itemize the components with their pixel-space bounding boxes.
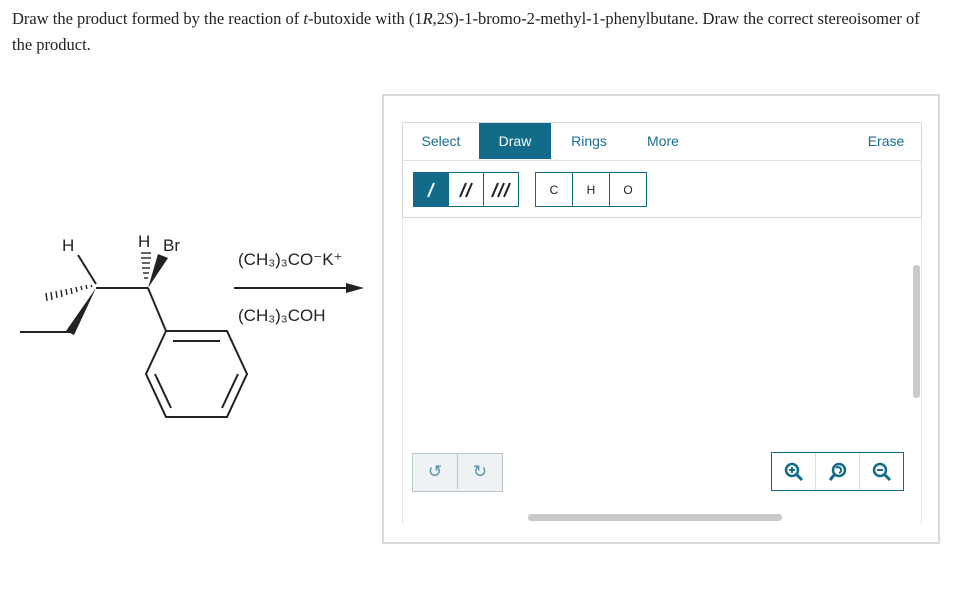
vertical-scrollbar[interactable] <box>913 265 920 398</box>
undo-icon[interactable]: ↺ <box>413 454 457 489</box>
triple-bond-icon[interactable] <box>483 172 519 207</box>
question-part: Draw the product formed by the reaction … <box>12 9 304 28</box>
tab-select[interactable]: Select <box>403 123 479 159</box>
zoom-controls <box>771 452 904 491</box>
atom-c-button[interactable]: C <box>535 172 573 207</box>
question-part: ,2 <box>432 9 446 28</box>
double-bond-icon[interactable] <box>448 172 484 207</box>
single-bond-glyph <box>427 182 435 197</box>
history-controls: ↺ ↻ <box>412 453 503 492</box>
horizontal-scrollbar[interactable] <box>528 514 782 521</box>
zoom-reset-icon[interactable] <box>815 453 859 490</box>
h-left-label: H <box>62 236 74 255</box>
zoom-reset-glyph <box>828 462 846 481</box>
c1-h-hash-bond <box>141 252 151 279</box>
reaction-scheme: H H Br (CH₃)₃CO⁻K⁺ (CH₃)₃COH <box>20 232 364 418</box>
atom-h-button[interactable]: H <box>572 172 610 207</box>
tab-draw[interactable]: Draw <box>479 123 551 159</box>
double-bond-glyph <box>459 182 473 197</box>
question-italic-r: R <box>422 9 433 28</box>
c2-methyl-hash-bond <box>45 284 93 302</box>
triple-bond-glyph <box>491 182 511 197</box>
redo-icon[interactable]: ↻ <box>457 454 502 489</box>
question-text: Draw the product formed by the reaction … <box>12 6 942 58</box>
c2-h-bond <box>77 254 97 285</box>
single-bond-icon[interactable] <box>413 172 449 207</box>
c1-phenyl-bond <box>147 287 167 332</box>
c1-br-wedge-bond <box>148 254 168 288</box>
zoom-out-icon[interactable] <box>859 453 903 490</box>
c2-ethyl-wedge-bond <box>66 288 96 335</box>
tool-tabs: Select Draw Rings More Erase <box>403 123 921 161</box>
reaction-arrow-head <box>346 283 364 293</box>
question-part: -butoxide with (1 <box>308 9 423 28</box>
zoom-in-icon[interactable] <box>772 453 815 490</box>
br-label: Br <box>163 236 180 255</box>
tab-more[interactable]: More <box>627 123 699 159</box>
reagent-above: (CH₃)₃CO⁻K⁺ <box>238 250 343 269</box>
reagent-below: (CH₃)₃COH <box>238 306 326 325</box>
benzene-ring <box>144 330 249 418</box>
atom-o-button[interactable]: O <box>609 172 647 207</box>
bond-tools <box>413 172 519 207</box>
zoom-out-glyph <box>872 462 891 481</box>
drawing-toolbar: Select Draw Rings More Erase C H O <box>402 122 922 218</box>
atom-tools: C H O <box>535 172 647 207</box>
h-top-label: H <box>138 232 150 251</box>
tab-rings[interactable]: Rings <box>553 123 625 159</box>
tab-erase[interactable]: Erase <box>851 123 921 159</box>
zoom-in-glyph <box>784 462 803 481</box>
